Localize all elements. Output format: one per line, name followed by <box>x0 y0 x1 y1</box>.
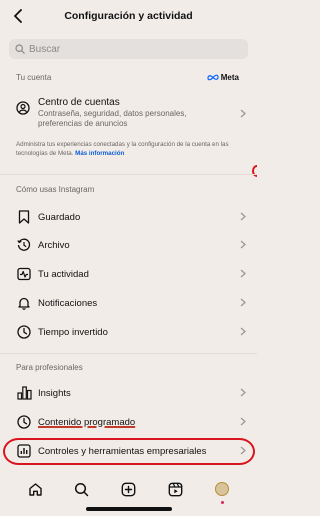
bar-chart-icon <box>16 385 32 401</box>
settings-item-label: Tiempo invertido <box>38 326 108 338</box>
settings-item-time-spent[interactable]: Tiempo invertido <box>16 321 246 343</box>
settings-item-label: Guardado <box>38 211 81 223</box>
settings-item-archive[interactable]: Archivo <box>16 234 246 256</box>
accounts-notice: Administra tus experiencias conectadas y… <box>16 141 242 158</box>
settings-item-label: Contenido programado <box>38 416 136 428</box>
back-arrow-icon[interactable] <box>10 6 26 26</box>
archive-clock-icon <box>16 237 32 253</box>
bell-icon <box>16 295 32 311</box>
bookmark-icon <box>16 209 32 225</box>
annotation-highlight-oval <box>3 438 255 465</box>
page-title: Configuración y actividad <box>64 10 193 22</box>
settings-item-notifications[interactable]: Notificaciones <box>16 292 246 314</box>
bottom-tab-bar <box>0 472 257 506</box>
settings-item-label: Tu actividad <box>38 268 89 280</box>
chevron-right-icon <box>240 298 246 307</box>
profile-avatar[interactable] <box>212 479 232 504</box>
create-icon[interactable] <box>118 479 138 499</box>
chevron-right-icon <box>240 240 246 249</box>
settings-item-label: Insights <box>38 387 71 399</box>
home-indicator <box>86 507 172 511</box>
settings-item-scheduled-content[interactable]: Contenido programado <box>16 411 246 433</box>
accounts-center-subtitle: Contraseña, seguridad, datos personales,… <box>38 109 187 128</box>
section-label-account: Tu cuenta <box>16 73 52 82</box>
activity-icon <box>16 266 32 282</box>
settings-item-activity[interactable]: Tu actividad <box>16 263 246 285</box>
scheduled-clock-icon <box>16 414 32 430</box>
annotation-arc <box>252 165 257 177</box>
settings-item-insights[interactable]: Insights <box>16 382 246 404</box>
chevron-right-icon <box>240 327 246 336</box>
search-icon <box>15 44 25 54</box>
avatar <box>214 482 229 496</box>
top-bar: Configuración y actividad <box>0 0 257 32</box>
meta-brand-text: Meta <box>220 73 239 82</box>
section-divider <box>0 174 257 175</box>
clock-icon <box>16 324 32 340</box>
meta-logo: Meta <box>207 73 239 82</box>
accounts-center-icon <box>16 101 30 115</box>
chevron-right-icon <box>240 417 246 426</box>
settings-item-label: Archivo <box>38 239 70 251</box>
section-divider <box>0 353 257 354</box>
settings-item-saved[interactable]: Guardado <box>16 206 246 228</box>
section-label-professional: Para profesionales <box>16 363 83 372</box>
search-input[interactable]: Buscar <box>9 39 248 59</box>
chevron-right-icon <box>240 109 246 118</box>
settings-screen: Configuración y actividad Buscar Tu cuen… <box>0 0 257 516</box>
home-icon[interactable] <box>25 479 45 499</box>
chevron-right-icon <box>240 212 246 221</box>
search-icon[interactable] <box>72 479 92 499</box>
section-label-usage: Cómo usas Instagram <box>16 185 95 194</box>
reels-icon[interactable] <box>165 479 185 499</box>
search-placeholder: Buscar <box>29 43 61 55</box>
accounts-center-title: Centro de cuentas <box>38 97 120 108</box>
notification-dot <box>220 501 224 504</box>
chevron-right-icon <box>240 269 246 278</box>
learn-more-link[interactable]: Más información <box>75 150 124 157</box>
meta-infinity-icon <box>207 74 219 81</box>
settings-item-label: Notificaciones <box>38 297 98 309</box>
chevron-right-icon <box>240 388 246 397</box>
accounts-center-row[interactable]: Centro de cuentas Contraseña, seguridad,… <box>16 97 246 135</box>
